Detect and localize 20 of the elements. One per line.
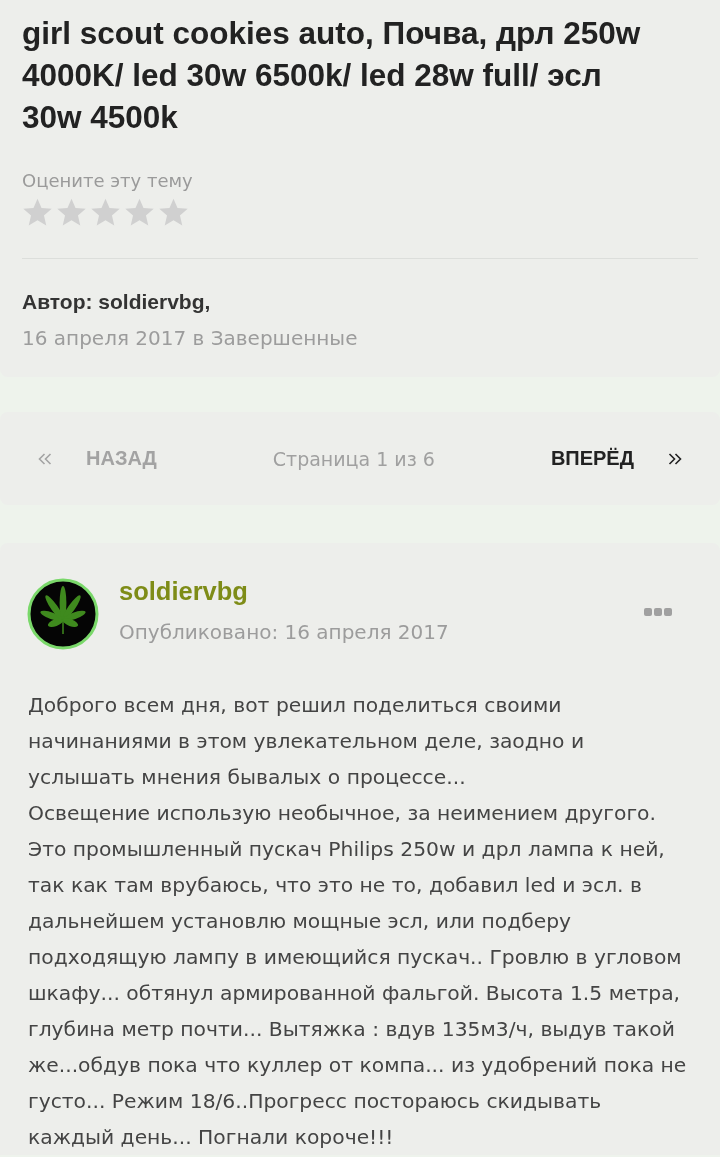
topic-title: girl scout cookies auto, Почва, дрл 250w 4000K/ led 30w 6500k/ led 28w full/ эсл 30w 4500k xyxy=(22,14,642,137)
star-icon[interactable] xyxy=(22,198,53,228)
star-icon[interactable] xyxy=(90,198,121,228)
double-chevron-right-icon xyxy=(668,452,682,465)
author-link[interactable]: soldiervbg xyxy=(119,576,248,606)
leaf-avatar-icon[interactable] xyxy=(27,578,99,650)
star-rating[interactable] xyxy=(22,198,189,228)
next-page-button[interactable]: ВПЕРЁД xyxy=(546,443,686,474)
topic-meta: 16 апреля 2017 в Завершенные xyxy=(22,325,359,352)
rating-label: Оцените эту тему xyxy=(22,169,194,193)
post-date: Опубликовано: 16 апреля 2017 xyxy=(119,619,449,646)
star-icon[interactable] xyxy=(158,198,189,228)
post-paragraph: Освещение использую необычное, за неимением другого. Это промышленный пускач Philips 250w и дрл лампа к ней, так как там врубаюсь, что это не то, добавил led и эсл. в дальнейшем установлю мощные эсл, или подберу подходящую лампу в имеющийся пускач.. Гровлю в угловом шкафу... обтянул армированной фальгой. Высота 1.5 метра, глубина метр почти... Вытяжка : вдув 135м3/ч, выдув такой же...обдув пока что куллер от компа... из удобрений пока не густо... Режим 18/6..Прогресс постораюсь скидывать каждый день... Погнали короче!!! xyxy=(28,800,688,1151)
post-paragraph: Доброго всем дня, вот решил поделиться своими начинаниями в этом увлекательном деле, заодно и услышать мнения бывалых о процессе... xyxy=(28,692,586,791)
star-icon[interactable] xyxy=(56,198,87,228)
double-chevron-left-icon xyxy=(38,452,52,465)
star-icon[interactable] xyxy=(124,198,155,228)
page-indicator: Страница 1 из 6 xyxy=(272,447,435,470)
more-options-icon[interactable] xyxy=(644,608,672,616)
topic-author: Автор: soldiervbg, xyxy=(22,289,212,315)
